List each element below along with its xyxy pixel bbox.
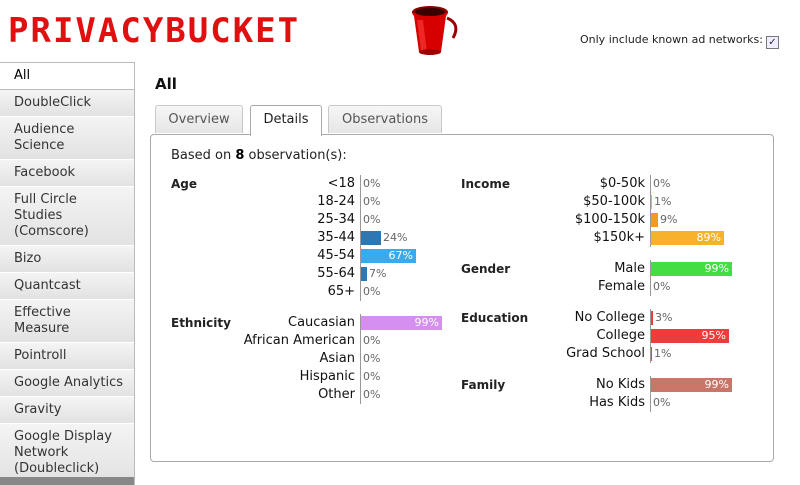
bar-axis [360, 368, 361, 386]
row-label: 25-34 [317, 212, 355, 227]
known-ad-networks-checkbox[interactable]: ✓ [765, 36, 779, 49]
sidebar-item[interactable]: Google Display Network (Doubleclick) [0, 424, 134, 483]
sidebar-item[interactable]: DoubleClick [0, 90, 134, 117]
header: PRIVACYBUCKET Only include known ad netw… [0, 0, 800, 62]
row-label: $0-50k [599, 176, 645, 191]
bar-value: 99% [704, 378, 729, 391]
bar-value: 0% [363, 388, 381, 401]
bar-value: 0% [363, 195, 381, 208]
sidebar-item[interactable]: Pointroll [0, 343, 134, 370]
row-label: <18 [327, 176, 355, 191]
bar-axis [360, 211, 361, 229]
bar-value: 0% [363, 285, 381, 298]
bar-value: 9% [660, 213, 678, 226]
bar-value: 0% [363, 177, 381, 190]
bar-axis [360, 332, 361, 350]
row-label: 35-44 [317, 230, 355, 245]
bar-axis [360, 175, 361, 193]
row-label: Has Kids [589, 395, 645, 410]
sidebar-item[interactable]: Full Circle Studies (Comscore) [0, 187, 134, 246]
row-label: Grad School [566, 346, 645, 361]
sidebar-item[interactable]: Google Analytics [0, 370, 134, 397]
row-label: Female [597, 279, 645, 294]
row-label: African American [243, 333, 355, 348]
observation-suffix: observation(s): [244, 148, 347, 163]
sidebar-item[interactable]: Gravity [0, 397, 134, 424]
bar-axis [650, 278, 651, 296]
bar-value: 7% [369, 267, 387, 280]
known-ad-networks-option: Only include known ad networks: ✓ [580, 33, 779, 49]
sidebar-item[interactable]: All [0, 62, 134, 90]
row-label: $150k+ [593, 230, 645, 245]
bar-value: 99% [704, 262, 729, 275]
row-label: College [596, 328, 645, 343]
row-label: 45-54 [317, 248, 355, 263]
row-label: 55-64 [317, 266, 355, 281]
row-label: 18-24 [317, 194, 355, 209]
tab-overview[interactable]: Overview [155, 105, 243, 133]
bar-value: 67% [388, 249, 413, 262]
bar-value: 0% [363, 352, 381, 365]
bar-value: 95% [701, 329, 726, 342]
row-label: Asian [319, 351, 355, 366]
sidebar-item[interactable]: Bizo [0, 246, 134, 273]
observation-prefix: Based on [171, 148, 236, 163]
bar-value: 0% [363, 213, 381, 226]
bar-value: 3% [655, 311, 673, 324]
row-label: 65+ [327, 284, 355, 299]
sidebar-list: All DoubleClick Audience Science Facebook Fu… [0, 62, 134, 483]
sidebar: All DoubleClick Audience Science Facebook Fu… [0, 62, 135, 485]
sidebar-scroll-edge [0, 477, 134, 485]
logo: PRIVACYBUCKET [8, 11, 301, 51]
bar [651, 213, 658, 227]
bar-value: 0% [363, 370, 381, 383]
bar-value: 0% [363, 334, 381, 347]
bar-value: 99% [414, 316, 439, 329]
group-title: Age [171, 177, 198, 191]
bucket-icon [412, 6, 458, 55]
bar-axis [650, 394, 651, 412]
row-label: Male [614, 261, 645, 276]
bar [361, 267, 367, 281]
row-label: No College [574, 310, 645, 325]
bar-value: 1% [654, 347, 672, 360]
observation-count: Based on 8 observation(s): [171, 148, 347, 163]
row-label: Other [318, 387, 355, 402]
row-label: Caucasian [288, 315, 355, 330]
row-label: Hispanic [299, 369, 355, 384]
bar [651, 311, 653, 325]
tab-observations[interactable]: Observations [328, 105, 442, 133]
bar [651, 347, 652, 361]
row-label: No Kids [596, 377, 645, 392]
bar-axis [650, 175, 651, 193]
row-label: $100-150k [574, 212, 645, 227]
known-ad-networks-label: Only include known ad networks: [580, 33, 763, 46]
row-label: $50-100k [583, 194, 645, 209]
sidebar-item[interactable]: Effective Measure [0, 300, 134, 343]
bar-axis [360, 386, 361, 404]
bar-value: 1% [654, 195, 672, 208]
sidebar-item[interactable]: Facebook [0, 160, 134, 187]
bar-value: 0% [653, 396, 671, 409]
bar-axis [360, 350, 361, 368]
bar-value: 0% [653, 280, 671, 293]
tab-details[interactable]: Details [250, 105, 322, 136]
sidebar-item[interactable]: Audience Science [0, 117, 134, 160]
bar-value: 24% [383, 231, 408, 244]
sidebar-item[interactable]: Quantcast [0, 273, 134, 300]
page-title: All [155, 75, 177, 93]
bar [651, 195, 652, 209]
bar [361, 231, 381, 245]
bar-axis [360, 283, 361, 301]
bar-axis [360, 193, 361, 211]
bar-value: 89% [696, 231, 721, 244]
bar-value: 0% [653, 177, 671, 190]
